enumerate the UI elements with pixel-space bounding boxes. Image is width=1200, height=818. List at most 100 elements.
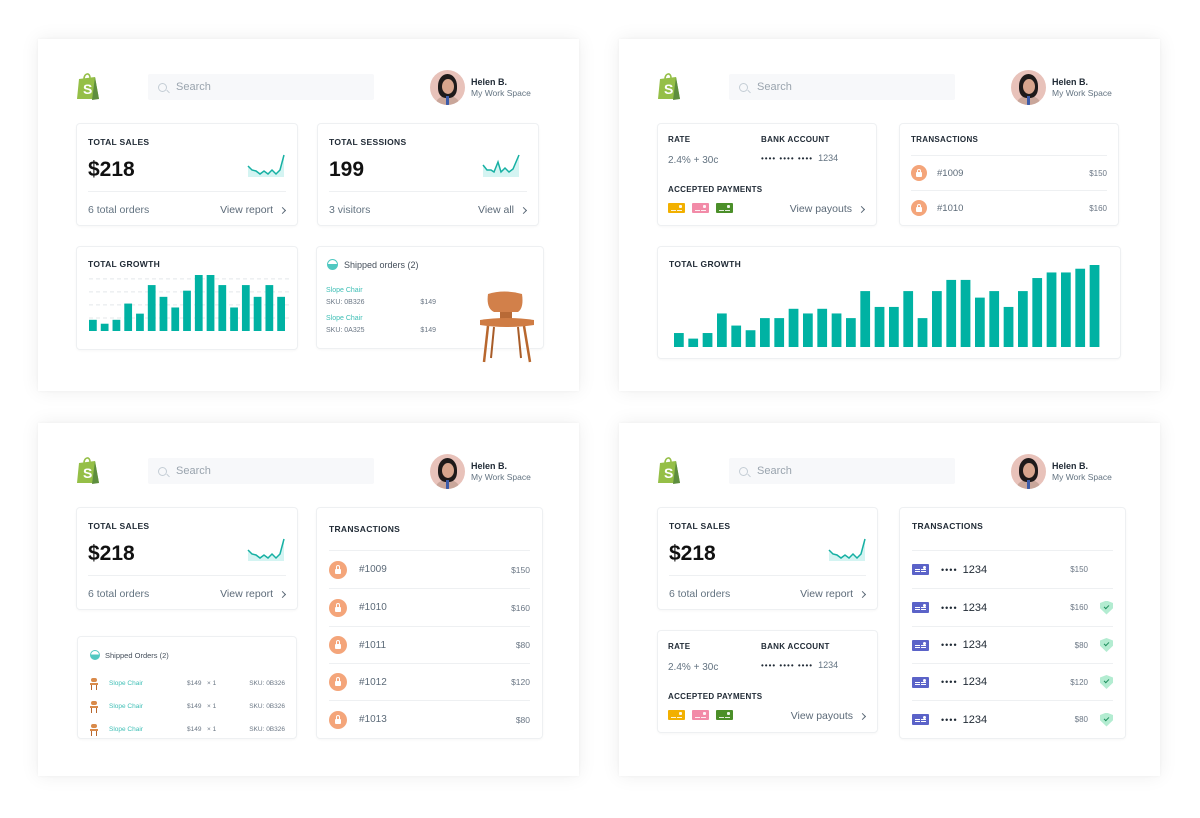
growth-bar[interactable]: [230, 307, 238, 331]
product-name[interactable]: Slope Chair: [109, 703, 187, 710]
transaction-row[interactable]: #1012 $120: [329, 663, 530, 700]
transaction-row[interactable]: #1011 $80: [329, 626, 530, 663]
growth-bar[interactable]: [960, 279, 971, 347]
shipped-item[interactable]: Slope Chair $149 × 1 SKU: 0B326: [89, 672, 285, 695]
growth-bar[interactable]: [745, 330, 756, 347]
search-bar[interactable]: [729, 74, 955, 100]
growth-bar[interactable]: [218, 285, 227, 331]
shipped-item[interactable]: Slope Chair $149 × 1 SKU: 0B326: [89, 718, 285, 741]
growth-bar[interactable]: [136, 313, 144, 331]
accepted-payments-label: ACCEPTED PAYMENTS: [668, 185, 763, 194]
user-profile[interactable]: Helen B. My Work Space: [430, 70, 531, 105]
user-profile[interactable]: Helen B. My Work Space: [1011, 70, 1112, 105]
transaction-row[interactable]: •••• 1234 $80: [912, 700, 1113, 738]
card-last4: 1234: [962, 563, 988, 576]
total-sales-card: TOTAL SALES $218 6 total orders View rep…: [76, 507, 298, 610]
growth-bar[interactable]: [89, 319, 97, 331]
search-input[interactable]: [757, 81, 937, 93]
search-input[interactable]: [757, 465, 937, 477]
growth-bar[interactable]: [803, 313, 813, 347]
growth-bar[interactable]: [903, 291, 914, 347]
growth-bar[interactable]: [860, 291, 871, 347]
growth-bar[interactable]: [265, 285, 274, 331]
view-report-link[interactable]: View report: [220, 204, 287, 216]
growth-bar[interactable]: [112, 319, 121, 331]
growth-bar[interactable]: [731, 325, 742, 347]
search-icon: [158, 82, 167, 92]
growth-bar[interactable]: [1046, 272, 1057, 347]
product-name[interactable]: Slope Chair: [109, 680, 187, 687]
transaction-row[interactable]: #1010 $160: [329, 588, 530, 626]
avatar[interactable]: [430, 454, 465, 489]
growth-bar[interactable]: [241, 285, 250, 331]
growth-bar[interactable]: [702, 333, 713, 347]
growth-bar[interactable]: [788, 308, 799, 347]
shipped-item[interactable]: Slope Chair $149 × 1 SKU: 0B326: [89, 695, 285, 718]
avatar[interactable]: [1011, 70, 1046, 105]
view-payouts-link[interactable]: View payouts: [791, 710, 867, 722]
view-report-link[interactable]: View report: [220, 588, 287, 600]
growth-bar[interactable]: [171, 307, 180, 331]
shipped-item[interactable]: Slope Chair SKU: 0A325 $149: [326, 315, 436, 334]
chevron-right-icon: [519, 206, 528, 214]
growth-bar[interactable]: [194, 275, 203, 331]
search-input[interactable]: [176, 81, 356, 93]
growth-bar[interactable]: [1018, 291, 1028, 347]
growth-bar[interactable]: [817, 308, 828, 347]
growth-bar[interactable]: [253, 296, 262, 331]
growth-bar[interactable]: [760, 318, 770, 347]
search-icon: [739, 466, 748, 476]
product-qty: × 1: [207, 703, 217, 710]
growth-bar[interactable]: [846, 318, 856, 347]
growth-bar[interactable]: [975, 297, 985, 347]
growth-bar[interactable]: [674, 333, 684, 347]
growth-bar[interactable]: [1075, 268, 1086, 347]
transaction-row[interactable]: #1009 $150: [911, 155, 1107, 190]
search-bar[interactable]: [148, 74, 374, 100]
transaction-row[interactable]: •••• 1234 $150: [912, 550, 1113, 588]
growth-bar[interactable]: [874, 306, 885, 347]
product-name[interactable]: Slope Chair: [109, 726, 187, 733]
shipped-item[interactable]: Slope Chair SKU: 0B326 $149: [326, 287, 436, 306]
growth-bar[interactable]: [917, 318, 928, 347]
growth-bar[interactable]: [1061, 272, 1071, 347]
user-profile[interactable]: Helen B. My Work Space: [430, 454, 531, 489]
growth-bar[interactable]: [183, 290, 191, 331]
growth-bar[interactable]: [688, 338, 699, 347]
growth-bar[interactable]: [932, 291, 942, 347]
growth-bar[interactable]: [147, 285, 156, 331]
growth-bar[interactable]: [831, 313, 842, 347]
growth-bar[interactable]: [889, 306, 899, 347]
transaction-row[interactable]: •••• 1234 $120: [912, 663, 1113, 700]
transaction-row[interactable]: •••• 1234 $80: [912, 626, 1113, 663]
view-report-link[interactable]: View report: [800, 588, 867, 600]
avatar[interactable]: [430, 70, 465, 105]
growth-bar[interactable]: [1003, 306, 1014, 347]
growth-bar[interactable]: [277, 296, 285, 331]
growth-bar[interactable]: [946, 279, 957, 347]
card-last4: 1234: [962, 639, 988, 651]
view-all-link[interactable]: View all: [478, 204, 528, 216]
growth-bar[interactable]: [1089, 265, 1100, 347]
growth-bar[interactable]: [100, 323, 109, 331]
search-bar[interactable]: [729, 458, 955, 484]
product-name[interactable]: Slope Chair: [326, 287, 436, 294]
growth-bar[interactable]: [159, 296, 168, 331]
transaction-row[interactable]: #1010 $160: [911, 190, 1107, 225]
growth-bar[interactable]: [774, 318, 785, 347]
transaction-row[interactable]: #1009 $150: [329, 550, 530, 588]
growth-bar[interactable]: [717, 313, 727, 347]
search-input[interactable]: [176, 465, 356, 477]
user-profile[interactable]: Helen B. My Work Space: [1011, 454, 1112, 489]
growth-bar[interactable]: [1032, 278, 1043, 347]
growth-bar[interactable]: [206, 275, 215, 331]
product-name[interactable]: Slope Chair: [326, 315, 436, 322]
view-payouts-link[interactable]: View payouts: [790, 203, 866, 215]
avatar[interactable]: [1011, 454, 1046, 489]
growth-bar[interactable]: [989, 291, 1000, 347]
transaction-row[interactable]: •••• 1234 $160: [912, 588, 1113, 626]
search-bar[interactable]: [148, 458, 374, 484]
transaction-row[interactable]: #1013 $80: [329, 700, 530, 738]
lock-icon: [329, 560, 347, 579]
growth-bar[interactable]: [124, 303, 133, 331]
